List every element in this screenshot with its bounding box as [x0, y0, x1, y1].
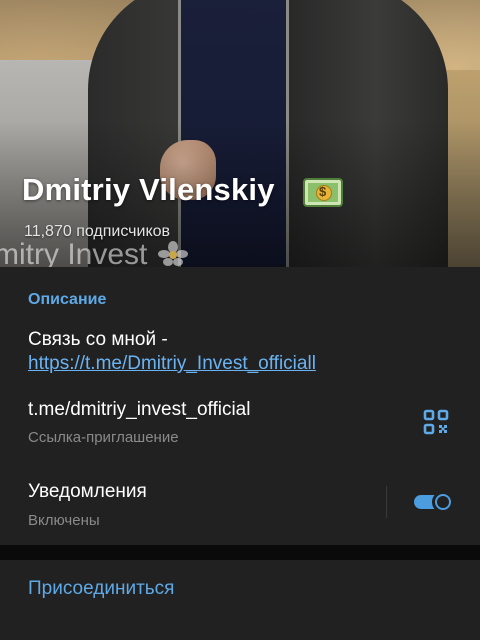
subscriber-count: 11,870 подписчиков — [24, 223, 171, 240]
photo-watermark: mitry Invest — [0, 238, 148, 267]
notifications-toggle[interactable] — [412, 491, 454, 513]
channel-header-photo: mitry Invest Dmitriy Vilenskiy $ 11,870 … — [0, 0, 480, 267]
money-bag-icon: $ — [303, 178, 343, 207]
qr-code-icon[interactable] — [420, 406, 452, 438]
channel-info-card: Описание Связь со мной - https://t.me/Dm… — [0, 267, 480, 545]
notifications-label: Уведомления — [28, 481, 147, 502]
description-link[interactable]: https://t.me/Dmitriy_Invest_officiall — [28, 353, 316, 375]
description-section-label: Описание — [28, 291, 107, 308]
flower-icon — [158, 241, 188, 266]
invite-link[interactable]: t.me/dmitriy_invest_official — [28, 399, 250, 421]
description-text: Связь со мной - — [28, 329, 168, 350]
notifications-status: Включены — [28, 512, 100, 529]
join-button[interactable]: Присоединиться — [28, 578, 174, 600]
join-bar: Присоединиться — [0, 560, 480, 640]
divider — [386, 486, 387, 518]
channel-title: Dmitriy Vilenskiy — [22, 172, 275, 207]
invite-link-caption: Ссылка-приглашение — [28, 429, 179, 446]
section-divider — [0, 545, 480, 560]
